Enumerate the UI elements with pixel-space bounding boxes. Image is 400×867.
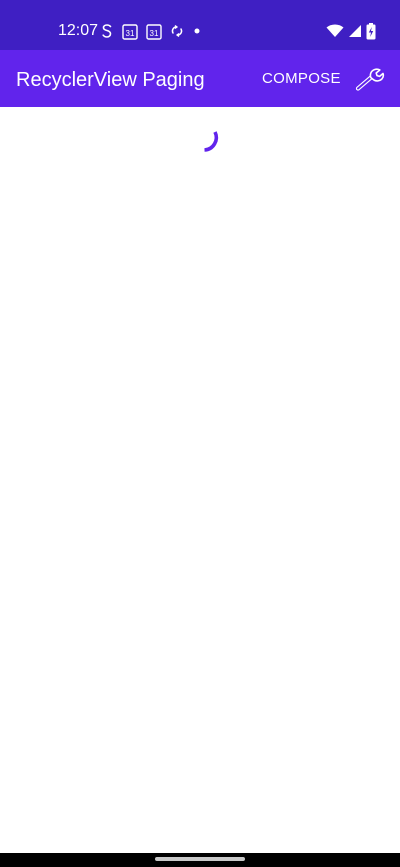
svg-text:31: 31 (150, 29, 159, 38)
s-app-icon (102, 24, 112, 38)
calendar-icon: 31 (146, 23, 162, 40)
navigation-bar (0, 853, 400, 867)
dot-icon (194, 28, 200, 34)
screen: 12:07 31 31 RecyclerView Paging COMPOSE (0, 0, 400, 867)
battery-charging-icon (366, 22, 376, 39)
status-bar: 12:07 31 31 (0, 0, 400, 50)
app-title: RecyclerView Paging (16, 69, 205, 91)
svg-text:31: 31 (126, 29, 135, 38)
progress-spinner (204, 131, 219, 152)
wifi-icon (326, 24, 344, 37)
settings-button[interactable] (352, 62, 388, 96)
wrench-icon (355, 68, 385, 91)
system-icons (322, 22, 376, 40)
cell-signal-icon (349, 25, 361, 37)
status-time: 12:07 (58, 22, 99, 39)
calendar-icon: 31 (122, 23, 138, 40)
notification-icons: 31 31 (100, 22, 210, 40)
paging-list[interactable] (0, 107, 400, 853)
gesture-handle[interactable] (155, 857, 245, 861)
app-bar: RecyclerView Paging COMPOSE (0, 50, 400, 107)
compose-button[interactable]: COMPOSE (254, 64, 349, 94)
sync-icon (171, 24, 183, 38)
